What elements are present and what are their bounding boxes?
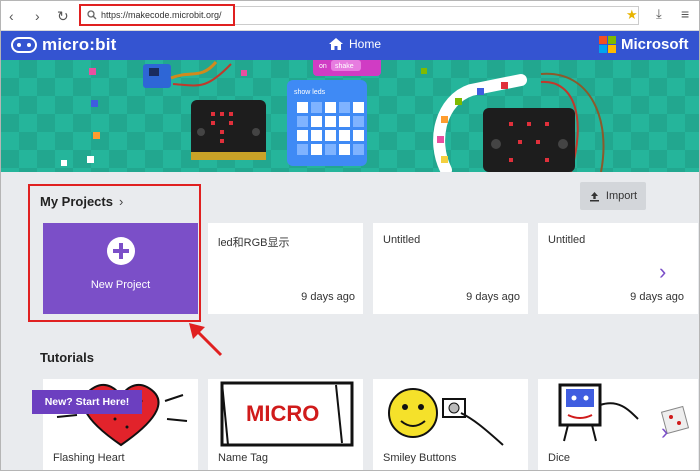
name-tag-art-text: MICRO	[246, 401, 319, 426]
block-show-leds: show leds	[294, 89, 326, 96]
brand-name: micro:bit	[42, 35, 117, 54]
new-start-here-ribbon[interactable]: New? Start Here!	[32, 390, 142, 414]
upload-icon	[589, 191, 599, 201]
tutorials-next-icon[interactable]: ›	[661, 419, 668, 445]
screen: ‹ › ↻ https://makecode.microbit.org/ ★ ⤓…	[0, 0, 700, 471]
import-label: Import	[605, 190, 638, 202]
back-icon[interactable]: ‹	[9, 8, 14, 24]
hero-banner: on shake show leds	[1, 60, 699, 172]
chevron-right-icon: ›	[118, 194, 124, 209]
my-projects-title: My Projects	[40, 194, 113, 209]
project-title: led和RGB显示	[218, 237, 290, 249]
block-shake: shake	[335, 63, 354, 70]
search-icon	[87, 10, 97, 20]
tutorial-title: Dice	[548, 452, 571, 464]
tutorial-title: Smiley Buttons	[383, 452, 457, 464]
project-date: 9 days ago	[630, 291, 684, 303]
menu-icon[interactable]: ≡	[681, 6, 689, 22]
tutorials-heading: Tutorials	[40, 350, 94, 365]
projects-next-icon[interactable]: ›	[659, 259, 666, 285]
project-date: 9 days ago	[301, 291, 355, 303]
tutorial-card[interactable]: Smiley Buttons	[373, 379, 528, 470]
microsoft-grid-icon	[599, 36, 616, 53]
home-icon	[329, 38, 343, 50]
address-bar-rest[interactable]	[235, 6, 639, 25]
reload-icon[interactable]: ↻	[57, 8, 69, 24]
banner-illustration: on shake show leds	[61, 60, 605, 172]
forward-icon[interactable]: ›	[35, 8, 40, 24]
partner-name: Microsoft	[621, 36, 689, 53]
microbit-logo[interactable]: micro:bit	[11, 35, 117, 55]
project-title: Untitled	[383, 234, 421, 246]
tutorial-card[interactable]: Dice	[538, 379, 698, 470]
tutorial-title: Flashing Heart	[53, 452, 125, 464]
tutorial-card[interactable]: MICRO Name Tag	[208, 379, 363, 470]
url-text: https://makecode.microbit.org/	[101, 10, 222, 20]
app-header: micro:bit Home Microsoft	[1, 31, 699, 60]
import-button[interactable]: Import	[580, 182, 646, 210]
project-card[interactable]: led和RGB显示 9 days ago	[208, 223, 363, 314]
block-on: on	[319, 63, 327, 70]
tutorial-title: Name Tag	[218, 452, 268, 464]
dice-art	[558, 383, 690, 442]
new-project-label: New Project	[90, 279, 151, 291]
project-date: 9 days ago	[466, 291, 520, 303]
project-card[interactable]: Untitled 9 days ago	[373, 223, 528, 314]
smiley-buttons-art	[388, 388, 504, 446]
home-label: Home	[349, 37, 382, 51]
microsoft-logo[interactable]: Microsoft	[599, 36, 689, 53]
new-project-card[interactable]: New Project	[43, 223, 198, 314]
browser-toolbar: ‹ › ↻ https://makecode.microbit.org/ ★ ⤓…	[1, 1, 699, 31]
home-button[interactable]: Home	[329, 37, 381, 51]
plus-icon	[107, 237, 135, 265]
bookmark-star-icon[interactable]: ★	[626, 7, 638, 23]
annotation-arrow-icon	[189, 323, 223, 357]
microbit-logo-icon	[11, 37, 37, 53]
address-bar[interactable]: https://makecode.microbit.org/	[79, 4, 235, 26]
download-icon[interactable]: ⤓	[656, 6, 662, 22]
project-title: Untitled	[548, 234, 586, 246]
my-projects-heading[interactable]: My Projects ›	[40, 194, 123, 209]
project-card[interactable]: Untitled 9 days ago	[538, 223, 698, 314]
name-tag-art: MICRO	[220, 381, 354, 447]
